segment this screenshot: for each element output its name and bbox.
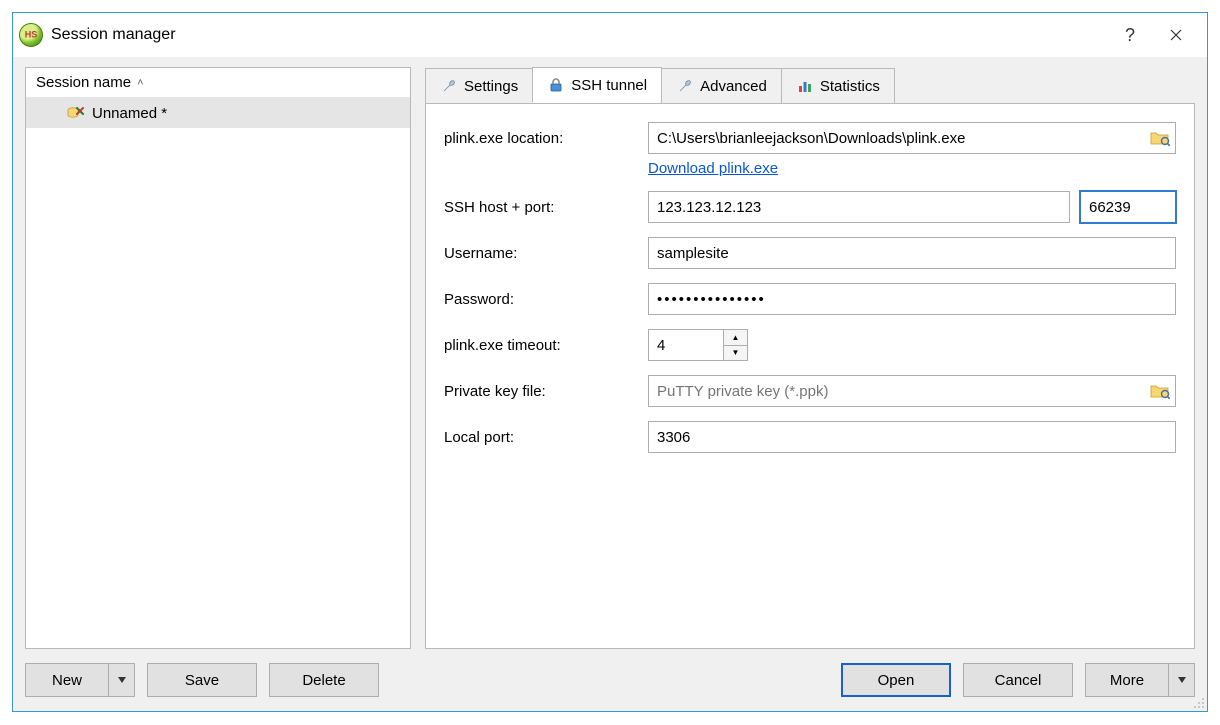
tab-settings[interactable]: Settings (425, 68, 533, 103)
local-port-input[interactable] (648, 421, 1176, 453)
tab-label: Settings (464, 78, 518, 95)
session-list-header[interactable]: Session name ˄ (26, 68, 410, 98)
cancel-button-label: Cancel (995, 672, 1042, 689)
browse-folder-icon[interactable] (1150, 383, 1170, 399)
private-key-input[interactable] (648, 375, 1176, 407)
tab-label: Advanced (700, 78, 767, 95)
more-button-label: More (1086, 664, 1168, 696)
new-button-dropdown[interactable] (108, 664, 134, 696)
ssh-form: plink.exe location: (444, 122, 1176, 453)
spinner-buttons: ▲ ▼ (724, 329, 748, 361)
open-button-label: Open (878, 672, 915, 689)
ssh-tunnel-panel: plink.exe location: (425, 103, 1195, 649)
plink-location-field-wrap (648, 122, 1176, 154)
session-list-item[interactable]: Unnamed * (26, 98, 410, 128)
button-row: New Save Delete Open Cancel More (25, 661, 1195, 699)
main-row: Session name ˄ (25, 67, 1195, 649)
close-icon (1170, 29, 1182, 41)
timeout-spinner: ▲ ▼ (648, 329, 756, 361)
ssh-hostport-label: SSH host + port: (444, 199, 634, 216)
tab-label: Statistics (820, 78, 880, 95)
ssh-host-input[interactable] (648, 191, 1070, 223)
browse-folder-icon[interactable] (1150, 130, 1170, 146)
session-item-label: Unnamed * (92, 105, 167, 122)
session-manager-window: Session manager ? Session name ˄ (12, 12, 1208, 712)
bar-chart-icon (796, 77, 814, 95)
password-label: Password: (444, 291, 634, 308)
plink-location-label: plink.exe location: (444, 130, 634, 147)
left-column: Session name ˄ (25, 67, 411, 649)
new-button[interactable]: New (25, 663, 135, 697)
session-icon (66, 104, 84, 122)
username-input[interactable] (648, 237, 1176, 269)
session-list-header-label: Session name (36, 74, 131, 91)
sort-asc-icon: ˄ (137, 77, 143, 89)
tab-statistics[interactable]: Statistics (781, 68, 895, 103)
new-button-label: New (26, 664, 108, 696)
tab-ssh-tunnel[interactable]: SSH tunnel (532, 67, 662, 103)
spinner-down[interactable]: ▼ (724, 346, 747, 361)
window-title: Session manager (51, 26, 1107, 44)
titlebar: Session manager ? (13, 13, 1207, 57)
save-button[interactable]: Save (147, 663, 257, 697)
timeout-input[interactable] (648, 329, 724, 361)
timeout-label: plink.exe timeout: (444, 337, 634, 354)
more-button-dropdown[interactable] (1168, 664, 1194, 696)
right-column: Settings SSH tunnel (425, 67, 1195, 649)
ssh-port-input[interactable] (1080, 191, 1176, 223)
more-button[interactable]: More (1085, 663, 1195, 697)
dialog-body: Session name ˄ (13, 57, 1207, 711)
plink-location-input[interactable] (648, 122, 1176, 154)
session-list: Session name ˄ (25, 67, 411, 649)
password-input[interactable] (648, 283, 1176, 315)
local-port-label: Local port: (444, 429, 634, 446)
lock-icon (547, 76, 565, 94)
private-key-field-wrap (648, 375, 1176, 407)
tab-label: SSH tunnel (571, 77, 647, 94)
delete-button[interactable]: Delete (269, 663, 379, 697)
wrench-icon (440, 77, 458, 95)
delete-button-label: Delete (302, 672, 345, 689)
private-key-label: Private key file: (444, 383, 634, 400)
app-icon (19, 23, 43, 47)
open-button[interactable]: Open (841, 663, 951, 697)
spinner-up[interactable]: ▲ (724, 330, 747, 346)
ssh-hostport-row (648, 191, 1176, 223)
save-button-label: Save (185, 672, 219, 689)
download-plink-link[interactable]: Download plink.exe (648, 160, 778, 177)
username-label: Username: (444, 245, 634, 262)
help-button[interactable]: ? (1107, 19, 1153, 51)
tab-advanced[interactable]: Advanced (661, 68, 782, 103)
resize-grip-icon[interactable] (1189, 693, 1205, 709)
cancel-button[interactable]: Cancel (963, 663, 1073, 697)
tabs: Settings SSH tunnel (425, 67, 1195, 103)
chevron-down-icon (1178, 676, 1186, 684)
chevron-down-icon (118, 676, 126, 684)
wrench-icon (676, 77, 694, 95)
session-list-items: Unnamed * (26, 98, 410, 648)
close-button[interactable] (1153, 19, 1199, 51)
